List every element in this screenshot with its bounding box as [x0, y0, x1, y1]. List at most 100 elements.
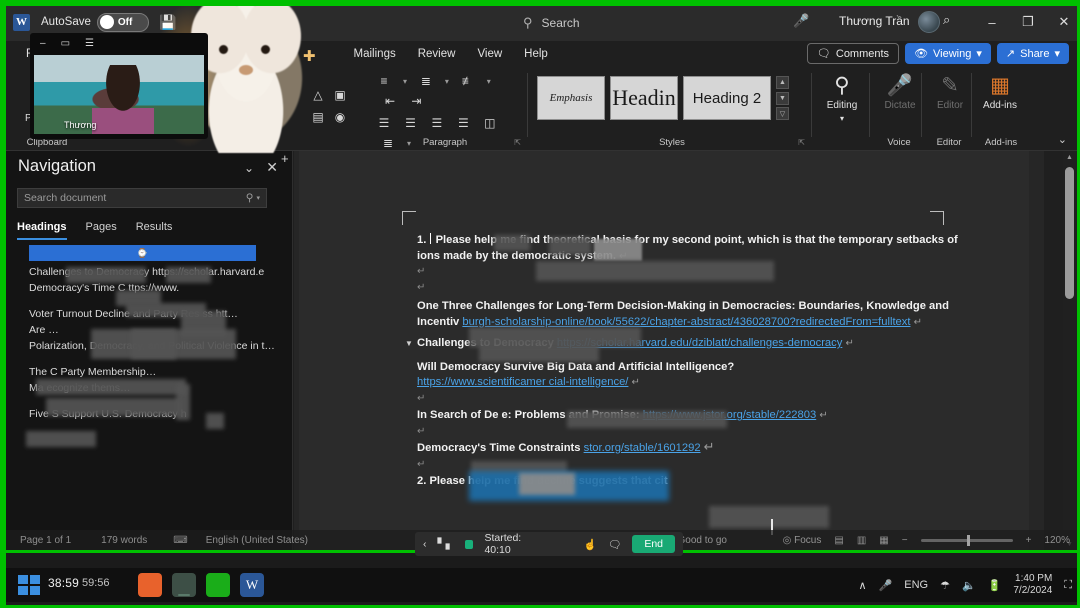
decrease-indent-icon[interactable]: ⇤	[379, 91, 401, 111]
increase-indent-icon[interactable]: ⇥	[405, 91, 427, 111]
navigation-search-input[interactable]: Search document ⚲ ▾	[17, 188, 267, 208]
focus-mode-button[interactable]: ◎ Focus	[783, 535, 822, 546]
sharebar-pointer-icon[interactable]: ☝	[584, 538, 597, 551]
sharebar-back-icon[interactable]: ‹	[423, 538, 427, 550]
chevron-down-icon[interactable]: ▾	[256, 194, 260, 202]
taskbar-app-2[interactable]	[172, 573, 196, 597]
bullet-list-dropdown-icon[interactable]: ▾	[399, 71, 410, 91]
minimize-button[interactable]: –	[977, 11, 1007, 33]
word-count[interactable]: 179 words	[101, 535, 147, 546]
line-spacing-icon[interactable]: ◫	[479, 113, 501, 133]
align-left-icon[interactable]: ☰	[373, 113, 395, 133]
tray-volume-icon[interactable]: 🔈	[962, 579, 976, 592]
taskbar-firefox[interactable]	[138, 573, 162, 597]
tray-battery-icon[interactable]: 🔋	[988, 579, 1002, 592]
zoom-slider-handle[interactable]	[966, 534, 970, 546]
end-share-button[interactable]: End	[632, 535, 675, 553]
zoom-level[interactable]: 120%	[1044, 535, 1070, 546]
styles-more-icon[interactable]: ▽	[776, 107, 789, 120]
tray-notification-icon[interactable]: ⛶	[1064, 579, 1072, 592]
zoom-slider[interactable]	[920, 534, 1013, 546]
tray-clock[interactable]: 1:40 PM 7/2/2024	[1013, 573, 1052, 597]
zoom-out-button[interactable]: −	[902, 535, 908, 546]
search-icon[interactable]: ⚲	[246, 192, 254, 204]
paragraph-dialog-launcher-icon[interactable]: ⇱	[514, 138, 521, 147]
hyperlink[interactable]: burgh-scholarship-online/book/55622/chap…	[462, 316, 910, 328]
restore-button[interactable]: ❐	[1013, 11, 1043, 33]
navigation-selected-heading[interactable]: ⌚	[29, 245, 256, 261]
multilevel-list-dropdown-icon[interactable]: ▾	[483, 71, 494, 91]
multilevel-list-icon[interactable]: ≢	[457, 71, 479, 91]
document-canvas[interactable]: 1. Please help me find theoretical basis…	[294, 151, 1044, 553]
numbered-list-icon[interactable]: ≣	[415, 71, 437, 91]
web-layout-icon[interactable]: ▦	[879, 535, 888, 546]
editor-button[interactable]: ✎ Editor	[923, 69, 977, 131]
tab-review[interactable]: Review	[407, 45, 467, 63]
list-item[interactable]: The C Party Membership…	[17, 364, 275, 380]
video-minimize-icon[interactable]: –	[40, 38, 46, 49]
tab-mailings[interactable]: Mailings	[343, 45, 407, 63]
tray-wifi-icon[interactable]: ☂	[940, 579, 950, 592]
video-restore-icon[interactable]: ▭	[61, 38, 70, 49]
bullet-list-icon[interactable]: ≡	[373, 71, 395, 91]
tab-pages[interactable]: Pages	[86, 221, 117, 240]
video-call-window[interactable]: – ▭ ☰ Thương	[30, 33, 208, 139]
sharebar-annotate-icon[interactable]: 🗨	[608, 538, 621, 551]
taskbar-wechat[interactable]	[206, 573, 230, 597]
user-account-name[interactable]: Thương Trần	[839, 14, 910, 28]
tray-language-indicator[interactable]: ENG	[904, 579, 928, 591]
ribbon-collapse-icon[interactable]: ⌄	[1058, 133, 1067, 146]
close-button[interactable]: ✕	[1049, 11, 1077, 33]
tab-help[interactable]: Help	[513, 45, 559, 63]
tray-microphone-icon[interactable]: 🎤	[879, 579, 893, 592]
chevron-down-icon[interactable]: ⌄	[244, 161, 254, 175]
numbered-list-dropdown-icon[interactable]: ▾	[441, 71, 452, 91]
addins-button[interactable]: ▦ Add-ins	[973, 69, 1027, 131]
tab-results[interactable]: Results	[136, 221, 173, 240]
justify-icon[interactable]: ☰	[452, 113, 474, 133]
font-box-icon[interactable]: ▣	[329, 85, 351, 105]
document-heading[interactable]: Democracy's Time Constraints stor.org/st…	[417, 439, 969, 457]
start-button[interactable]	[18, 575, 40, 595]
tray-chevron-up-icon[interactable]: ∧	[858, 579, 866, 592]
hyperlink[interactable]: https://www.scientificamer cial-intellig…	[417, 376, 628, 388]
editing-button[interactable]: ⚲ Editing ▾	[815, 69, 869, 131]
align-right-icon[interactable]: ☰	[426, 113, 448, 133]
proofing-icon[interactable]: ⌨	[173, 535, 187, 546]
page-count[interactable]: Page 1 of 1	[20, 535, 71, 546]
collapse-triangle-icon[interactable]: ▼	[405, 336, 413, 352]
styles-scroll-up-icon[interactable]: ▲	[776, 76, 789, 89]
dictate-button[interactable]: 🎤 Dictate	[873, 69, 927, 131]
help-icon[interactable]: ⌕	[943, 12, 950, 28]
autosave-toggle[interactable]: Off	[96, 12, 149, 32]
search-input[interactable]: ⚲ Search	[523, 11, 783, 34]
list-item[interactable]: Challenges to Democracy https://scholar.…	[17, 264, 275, 280]
styles-scroll-controls[interactable]: ▲ ▼ ▽	[776, 76, 789, 120]
styles-dialog-launcher-icon[interactable]: ⇱	[798, 138, 805, 147]
tab-view[interactable]: View	[466, 45, 513, 63]
style-emphasis[interactable]: Emphasis	[537, 76, 605, 120]
vertical-scrollbar[interactable]: ▲ ▼	[1063, 151, 1076, 551]
document-heading[interactable]: Will Democracy Survive Big Data and Arti…	[417, 360, 969, 391]
align-center-icon[interactable]: ☰	[399, 113, 421, 133]
highlight-icon[interactable]: ◉	[329, 107, 351, 127]
language-indicator[interactable]: English (United States)	[206, 535, 308, 546]
read-mode-icon[interactable]: ▤	[834, 535, 843, 546]
share-button[interactable]: ↗ Share ▾	[996, 43, 1069, 64]
close-icon[interactable]: ✕	[266, 159, 278, 176]
zoom-in-button[interactable]: +	[1026, 535, 1032, 546]
avatar[interactable]	[918, 11, 940, 33]
viewing-mode-button[interactable]: 👁 Viewing ▾	[905, 43, 991, 64]
document-page[interactable]: 1. Please help me find theoretical basis…	[299, 151, 1029, 553]
style-heading-2[interactable]: Heading 2	[683, 76, 771, 120]
tab-headings[interactable]: Headings	[17, 221, 67, 240]
title-mic-icon[interactable]: 🎤	[793, 13, 809, 29]
print-layout-icon[interactable]: ▥	[857, 535, 866, 546]
style-heading-1[interactable]: Headin	[610, 76, 678, 120]
add-pane-icon[interactable]: +	[281, 151, 289, 166]
video-menu-icon[interactable]: ☰	[85, 38, 94, 49]
document-heading[interactable]: One Three Challenges for Long-Term Decis…	[417, 299, 969, 330]
scrollbar-thumb[interactable]	[1065, 167, 1074, 299]
scroll-up-icon[interactable]: ▲	[1063, 151, 1076, 164]
styles-scroll-down-icon[interactable]: ▼	[776, 91, 789, 105]
